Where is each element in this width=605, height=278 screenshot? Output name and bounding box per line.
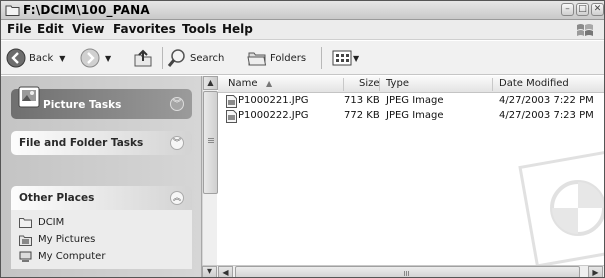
folder-icon (5, 5, 20, 16)
minimize-button[interactable]: – (561, 3, 574, 16)
column-name[interactable]: Name (228, 78, 258, 89)
task-pane-scrollbar[interactable]: ▲ ▼ (202, 76, 218, 277)
file-type: JPEG Image (386, 110, 444, 121)
column-size[interactable]: Size (359, 78, 380, 89)
back-button[interactable]: Back ▼ (6, 41, 65, 75)
file-list: Name ▲ Size Type Date Modified P1000221.… (218, 76, 604, 265)
pictures-folder-icon (19, 235, 32, 246)
task-pane: Picture Tasks ︾ File and Folder Tasks ︾ … (1, 76, 202, 277)
toolbar-separator (162, 47, 163, 69)
back-dropdown-icon[interactable]: ▼ (59, 54, 65, 63)
jpeg-file-icon (226, 95, 237, 108)
toolbar: Back ▼ ▼ Search Folders ▼ (1, 41, 604, 75)
file-name: P1000221.JPG (238, 95, 309, 106)
up-button[interactable] (133, 41, 153, 75)
place-my-pictures[interactable]: My Pictures (19, 231, 184, 248)
file-type: JPEG Image (386, 95, 444, 106)
place-label: DCIM (38, 217, 65, 228)
chevron-down-icon[interactable]: ︾ (170, 97, 184, 111)
search-icon (167, 49, 185, 67)
up-folder-icon (134, 49, 152, 67)
chevron-up-icon[interactable]: ︽ (170, 191, 184, 205)
menu-favorites[interactable]: Favorites (113, 22, 176, 36)
other-places-title: Other Places (19, 192, 95, 204)
file-folder-tasks-header[interactable]: File and Folder Tasks ︾ (11, 131, 192, 155)
file-name: P1000222.JPG (238, 110, 309, 121)
column-type[interactable]: Type (386, 78, 409, 89)
forward-arrow-icon (80, 48, 100, 68)
forward-dropdown-icon[interactable]: ▼ (105, 54, 111, 63)
watermark-icon (518, 148, 604, 265)
file-size: 772 KB (344, 110, 380, 121)
jpeg-file-icon (226, 110, 237, 123)
other-places-list: DCIM My Pictures My Computer (11, 210, 192, 269)
file-list-hscrollbar[interactable]: ▾ ◀ ▶ (202, 265, 604, 277)
computer-icon (19, 251, 32, 262)
file-folder-tasks-panel: File and Folder Tasks ︾ (11, 131, 192, 155)
picture-tasks-icon (18, 86, 40, 108)
other-places-header[interactable]: Other Places ︽ (11, 186, 192, 210)
picture-tasks-panel: Picture Tasks ︾ (11, 86, 192, 119)
file-date: 4/27/2003 7:23 PM (499, 110, 594, 121)
views-icon (332, 50, 352, 66)
folder-icon (19, 218, 32, 228)
scroll-left-arrow-icon[interactable]: ◀ (218, 266, 233, 277)
back-arrow-icon (6, 48, 26, 68)
toolbar-separator (321, 47, 322, 69)
file-date: 4/27/2003 7:22 PM (499, 95, 594, 106)
views-button[interactable]: ▼ (332, 41, 359, 75)
scroll-down-arrow-icon[interactable]: ▾ (202, 266, 217, 277)
window-title: F:\DCIM\100_PANA (23, 3, 150, 17)
folders-icon (247, 52, 267, 66)
forward-button[interactable]: ▼ (80, 41, 111, 75)
other-places-panel: Other Places ︽ DCIM My Pictures My Compu… (11, 186, 192, 269)
picture-tasks-header[interactable]: Picture Tasks ︾ (11, 86, 192, 119)
windows-logo-icon (577, 24, 593, 36)
folders-button[interactable]: Folders (247, 41, 306, 75)
menu-edit[interactable]: Edit (37, 22, 64, 36)
place-dcim[interactable]: DCIM (19, 214, 184, 231)
column-date-modified[interactable]: Date Modified (499, 78, 569, 89)
place-my-computer[interactable]: My Computer (19, 248, 184, 265)
explorer-window: F:\DCIM\100_PANA – □ ✕ File Edit View Fa… (0, 0, 605, 278)
folders-label: Folders (270, 52, 307, 64)
menu-view[interactable]: View (72, 22, 104, 36)
title-bar: F:\DCIM\100_PANA – □ ✕ (1, 1, 604, 20)
file-row[interactable]: P1000222.JPG 772 KB JPEG Image 4/27/2003… (218, 109, 604, 124)
column-headers: Name ▲ Size Type Date Modified (218, 76, 604, 93)
scroll-thumb[interactable] (203, 91, 218, 194)
search-label: Search (190, 52, 225, 64)
close-button[interactable]: ✕ (591, 3, 604, 16)
scroll-right-arrow-icon[interactable]: ▶ (588, 266, 603, 277)
search-button[interactable]: Search (167, 41, 224, 75)
scroll-up-arrow-icon[interactable]: ▲ (203, 76, 218, 90)
menu-tools[interactable]: Tools (182, 22, 216, 36)
place-label: My Pictures (38, 234, 96, 245)
back-label: Back (29, 52, 54, 64)
hscroll-thumb[interactable] (235, 266, 580, 277)
picture-tasks-title: Picture Tasks (43, 99, 122, 111)
file-row[interactable]: P1000221.JPG 713 KB JPEG Image 4/27/2003… (218, 94, 604, 109)
place-label: My Computer (38, 251, 106, 262)
maximize-button[interactable]: □ (576, 3, 589, 16)
file-size: 713 KB (344, 95, 380, 106)
sort-ascending-icon: ▲ (266, 79, 273, 88)
menu-bar: File Edit View Favorites Tools Help (1, 20, 604, 40)
menu-help[interactable]: Help (222, 22, 253, 36)
menu-file[interactable]: File (7, 22, 32, 36)
chevron-down-icon[interactable]: ︾ (170, 136, 184, 150)
file-folder-tasks-title: File and Folder Tasks (19, 137, 144, 149)
views-dropdown-icon[interactable]: ▼ (353, 54, 359, 63)
